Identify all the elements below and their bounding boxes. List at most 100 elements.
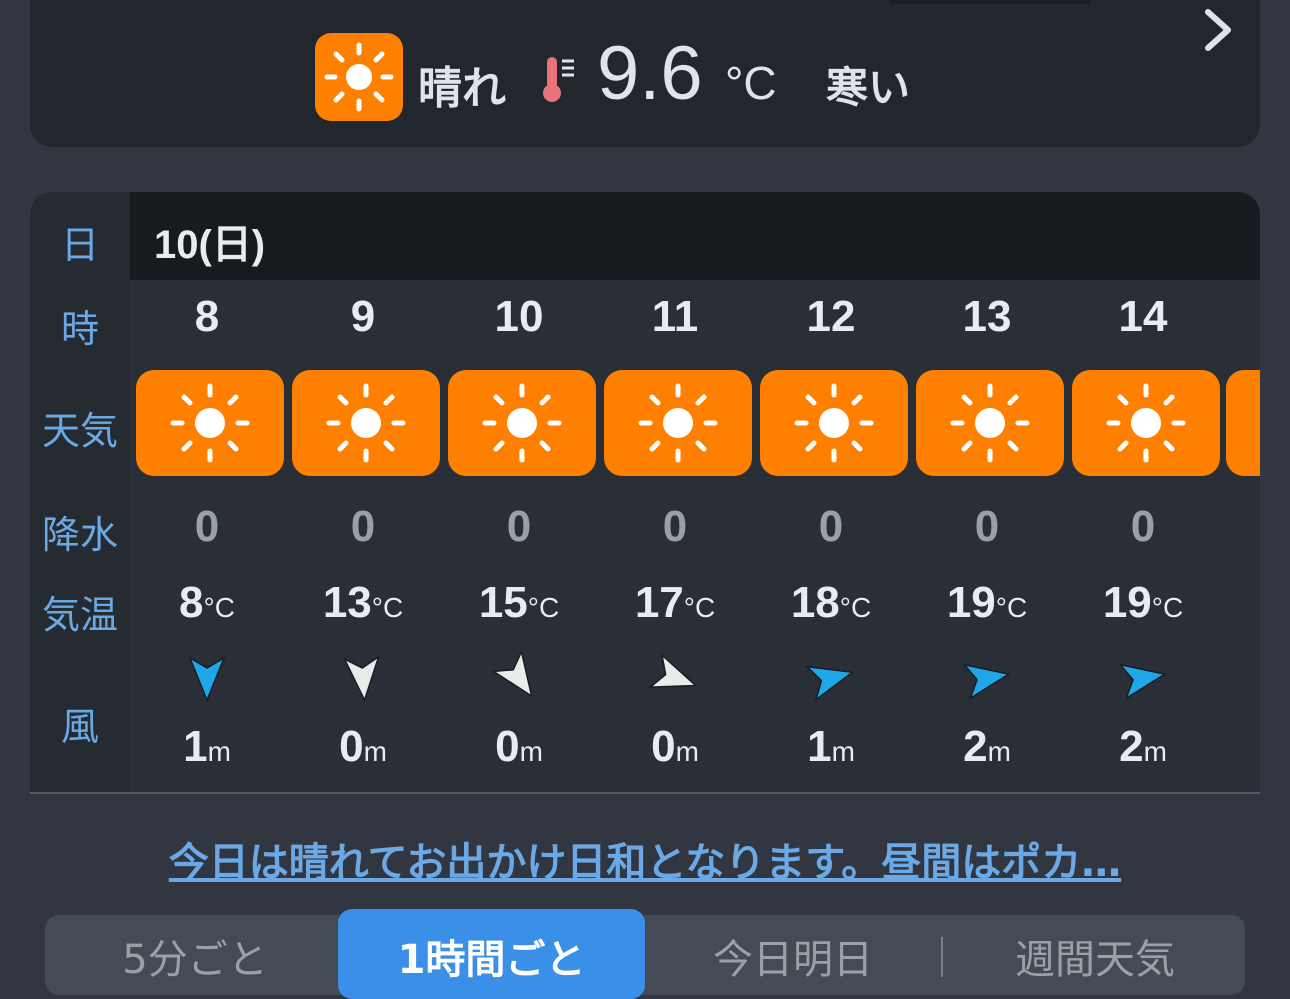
- temp-unit: °C: [839, 592, 872, 623]
- hour-label: 13: [962, 292, 1012, 341]
- wind-unit: m: [207, 736, 231, 767]
- temp-unit: °C: [203, 592, 235, 623]
- wind-speed: 0m: [444, 722, 594, 772]
- precip-value: 0: [662, 502, 688, 551]
- temp-value: 19°C: [1068, 578, 1218, 628]
- tab-hourly[interactable]: 1時間ごと: [338, 909, 645, 999]
- day-label: 10(日): [154, 223, 266, 267]
- wind-number: 1: [807, 722, 832, 771]
- hour-label: 11: [651, 292, 699, 341]
- temp-number: 13: [322, 578, 372, 627]
- current-feel: 寒い: [826, 63, 911, 112]
- precip-value: 0: [506, 502, 532, 551]
- wind-direction-icon: [343, 654, 380, 702]
- wind-direction-icon: [648, 653, 698, 688]
- wind-speed: 2m: [912, 722, 1062, 772]
- hour-label: 10: [494, 292, 544, 341]
- label-precip: 降水: [41, 513, 118, 557]
- tab-hourly-label: 1時間ごと: [397, 937, 586, 983]
- temp-value: 15°C: [444, 578, 594, 628]
- label-wind: 風: [60, 705, 99, 749]
- current-condition: 晴れ: [418, 63, 506, 114]
- wind-direction-icon: [805, 665, 855, 702]
- temp-unit: °C: [1151, 592, 1184, 623]
- hour-column: 8 0 8°C 1m: [132, 280, 284, 792]
- label-weather: 天気: [41, 409, 118, 453]
- temp-value: 8°C: [132, 578, 282, 628]
- temp-number: 17: [634, 578, 684, 627]
- current-temperature-unit: °C: [725, 57, 777, 109]
- temp-value: 13°C: [288, 578, 438, 628]
- sun-icon: [604, 370, 752, 476]
- wind-number: 0: [651, 722, 676, 771]
- temp-number: 8: [179, 578, 204, 627]
- forecast-summary-link[interactable]: 今日は晴れてお出かけ日和となります。昼間はポカ…: [0, 830, 1290, 888]
- wind-number: 2: [1119, 722, 1144, 771]
- hour-label: 9: [350, 292, 376, 341]
- sun-icon: [1072, 370, 1220, 476]
- sun-icon: [760, 370, 908, 476]
- wind-unit: m: [831, 736, 855, 767]
- temp-unit: °C: [683, 592, 716, 623]
- chevron-right-icon[interactable]: [1200, 8, 1236, 56]
- precip-value: 0: [974, 502, 1000, 551]
- forecast-tab-bar: 5分ごと 1時間ごと 今日明日 週間天気: [45, 909, 1245, 999]
- current-temperature: 9.6: [597, 31, 703, 116]
- tab-today-tomorrow[interactable]: 今日明日: [643, 927, 943, 985]
- wind-direction-icon: [491, 649, 533, 698]
- hour-column: 11 0 17°C 0m: [600, 280, 752, 792]
- precip-value: 0: [1130, 502, 1156, 551]
- sun-icon: [136, 370, 284, 476]
- tab-separator: [941, 937, 943, 977]
- temp-number: 19: [1102, 578, 1152, 627]
- wind-speed: 1m: [132, 722, 282, 772]
- sun-icon: [448, 370, 596, 476]
- hour-label: 14: [1118, 292, 1168, 341]
- header-edge: [890, 0, 1090, 4]
- wind-speed: 2m: [1068, 722, 1218, 772]
- hour-column: 13 0 19°C 2m: [912, 280, 1064, 792]
- hour-column: 12 0 18°C 1m: [756, 280, 908, 792]
- label-day: 日: [60, 223, 99, 267]
- hour-column: 9 0 13°C 0m: [288, 280, 440, 792]
- temp-number: 19: [946, 578, 996, 627]
- hour-column: 14 0 19°C 2m: [1068, 280, 1220, 792]
- wind-number: 2: [963, 722, 988, 771]
- wind-direction-icon: [1118, 663, 1167, 701]
- temp-number: 15: [478, 578, 528, 627]
- temp-unit: °C: [995, 592, 1028, 623]
- temp-number: 18: [790, 578, 840, 627]
- temp-value: 18°C: [756, 578, 906, 628]
- wind-unit: m: [675, 736, 699, 767]
- wind-unit: m: [519, 736, 543, 767]
- sun-icon: [292, 370, 440, 476]
- wind-direction-icon: [188, 656, 226, 702]
- sun-icon: [315, 33, 403, 121]
- wind-speed: 0m: [288, 722, 438, 772]
- wind-unit: m: [1143, 736, 1167, 767]
- wind-direction-icon: [962, 663, 1011, 701]
- sun-icon: [916, 370, 1064, 476]
- temp-value: 17°C: [600, 578, 750, 628]
- wind-number: 1: [183, 722, 208, 771]
- hour-column: 10 0 15°C 0m: [444, 280, 596, 792]
- precip-value: 0: [818, 502, 844, 551]
- wind-unit: m: [987, 736, 1011, 767]
- wind-number: 0: [339, 722, 364, 771]
- hour-label: 12: [806, 292, 856, 341]
- wind-speed: 1m: [756, 722, 906, 772]
- wind-unit: m: [363, 736, 387, 767]
- weather-box-partial: [1226, 370, 1260, 476]
- thermometer-icon: [540, 55, 580, 109]
- label-hour: 時: [60, 307, 99, 351]
- precip-value: 0: [350, 502, 376, 551]
- hour-label: 8: [194, 292, 220, 341]
- wind-speed: 0m: [600, 722, 750, 772]
- temp-unit: °C: [371, 592, 404, 623]
- hourly-forecast-card: 日 時 天気 降水 気温 風 10(日) 8 0 8°C 1m 9 0 13°C 0m 10 0 1…: [30, 192, 1260, 792]
- precip-value: 0: [194, 502, 220, 551]
- tab-weekly[interactable]: 週間天気: [945, 927, 1245, 985]
- divider: [30, 792, 1260, 794]
- wind-number: 0: [495, 722, 520, 771]
- tab-5min[interactable]: 5分ごと: [45, 927, 345, 985]
